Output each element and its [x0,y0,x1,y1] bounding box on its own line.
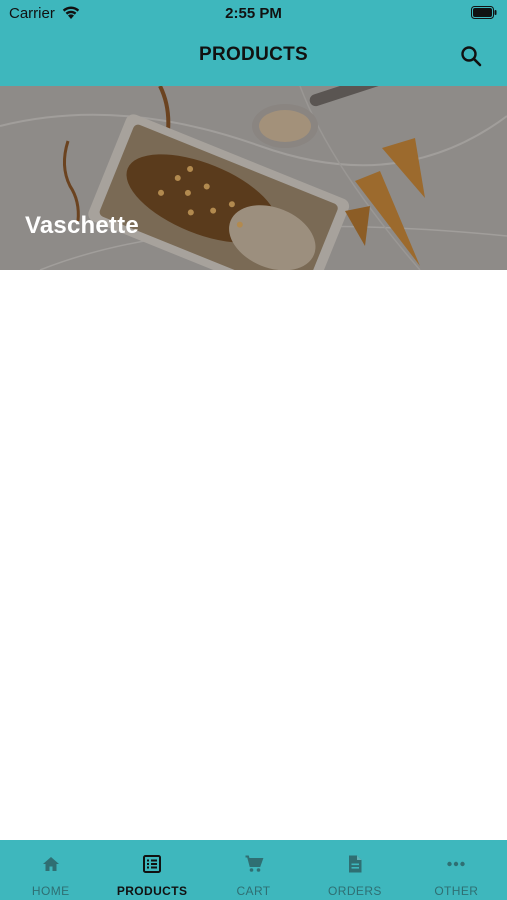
top-bar: Carrier 2:55 PM PRODUCTS [0,0,507,86]
tab-cart-label: CART [236,884,271,898]
tab-other[interactable]: OTHER [406,840,507,900]
tab-home-label: HOME [31,884,70,898]
tab-orders-label: ORDERS [328,884,382,898]
more-icon [447,861,466,867]
category-title: Vaschette [25,212,139,239]
category-banner[interactable]: Vaschette [0,86,507,270]
status-time: 2:55 PM [225,5,282,22]
status-bar: Carrier 2:55 PM [0,0,507,28]
tab-other-label: OTHER [434,884,479,898]
tab-cart[interactable]: CART [203,840,304,900]
navigation-bar: PRODUCTS [0,28,507,86]
tab-orders[interactable]: ORDERS [304,840,405,900]
battery-icon [471,6,497,19]
tab-home[interactable]: HOME [0,840,101,900]
home-icon [42,857,59,871]
page-title: PRODUCTS [198,44,308,65]
cart-icon [245,855,263,872]
list-icon [143,855,162,873]
search-icon[interactable] [459,44,483,68]
tab-products-label: PRODUCTS [116,884,188,898]
category-banner-image [0,86,507,270]
bottom-tab-bar: HOME PRODUCTS CART ORDERS OTHER [0,840,507,900]
tab-products[interactable]: PRODUCTS [101,840,202,900]
document-icon [348,855,362,873]
